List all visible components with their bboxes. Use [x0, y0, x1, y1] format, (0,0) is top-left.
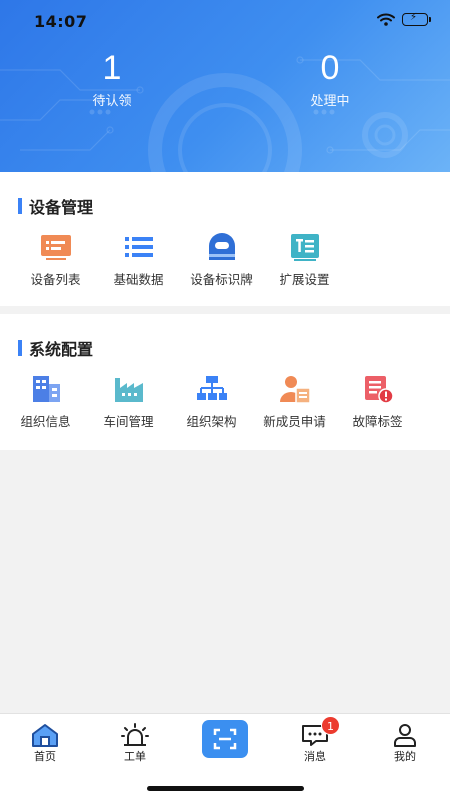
tab-label: 消息	[304, 750, 326, 763]
title-accent-bar	[18, 198, 22, 214]
scan-icon	[213, 728, 237, 750]
menu-item-basic-data[interactable]: 基础数据	[97, 232, 180, 288]
title-accent-bar	[18, 340, 22, 356]
menu-item-org-structure[interactable]: 组织架构	[170, 374, 253, 430]
menu-item-workshop[interactable]: 车间管理	[87, 374, 170, 430]
member-apply-icon	[279, 376, 311, 404]
menu-item-label: 新成员申请	[263, 414, 326, 429]
home-icon	[32, 724, 58, 747]
org-info-icon	[32, 376, 60, 402]
menu-item-device-tag[interactable]: 设备标识牌	[180, 232, 263, 288]
menu-item-label: 故障标签	[352, 414, 403, 429]
section-title: 系统配置	[18, 336, 93, 360]
stat-processing[interactable]: 0 处理中	[260, 48, 400, 109]
header-banner: 14:07 ⚡ 1 待认领 0 处理中	[0, 0, 450, 172]
menu-item-org-info[interactable]: 组织信息	[4, 374, 87, 430]
menu-item-label: 车间管理	[103, 414, 154, 429]
tab-label: 首页	[34, 750, 56, 763]
menu-item-label: 设备列表	[30, 272, 81, 287]
menu-item-member-apply[interactable]: 新成员申请	[253, 374, 336, 430]
menu-item-label: 组织信息	[20, 414, 71, 429]
scan-button[interactable]	[202, 720, 248, 758]
tab-messages[interactable]: 消息 1	[270, 714, 360, 764]
basic-data-icon	[124, 237, 153, 257]
menu-item-label: 设备标识牌	[190, 272, 253, 287]
status-icons: ⚡	[377, 12, 431, 26]
workshop-icon	[114, 378, 143, 402]
status-time: 14:07	[34, 12, 88, 31]
extend-settings-icon	[290, 234, 319, 261]
system-config-section: 系统配置 组织信息 车间管理 组织架构 新成员申请 故障标签	[0, 314, 450, 450]
status-bar: 14:07 ⚡	[0, 0, 450, 44]
menu-item-extend-settings[interactable]: 扩展设置	[263, 232, 346, 288]
menu-item-label: 扩展设置	[279, 272, 330, 287]
tab-label: 我的	[394, 750, 416, 763]
section-title-text: 系统配置	[29, 340, 94, 359]
battery-icon: ⚡	[402, 12, 431, 26]
tab-home[interactable]: 首页	[0, 714, 90, 764]
tab-mine[interactable]: 我的	[360, 714, 450, 764]
org-structure-icon	[196, 376, 227, 400]
stat-pending-claim-value: 1	[102, 49, 122, 87]
menu-item-label: 组织架构	[186, 414, 237, 429]
unread-badge: 1	[321, 716, 340, 735]
stat-pending-claim[interactable]: 1 待认领	[42, 48, 182, 109]
section-title: 设备管理	[18, 194, 93, 218]
menu-item-label: 基础数据	[113, 272, 164, 287]
menu-item-fault-tag[interactable]: 故障标签	[336, 374, 419, 430]
wifi-icon	[377, 13, 395, 26]
device-tag-icon	[208, 233, 235, 260]
stat-pending-claim-label: 待认领	[92, 94, 132, 109]
stat-processing-value: 0	[320, 49, 340, 87]
menu-item-device-list[interactable]: 设备列表	[14, 232, 97, 288]
stat-processing-label: 处理中	[310, 94, 350, 109]
tab-work-order[interactable]: 工单	[90, 714, 180, 764]
device-management-section: 设备管理 设备列表 基础数据 设备标识牌 扩展设置	[0, 172, 450, 306]
section-title-text: 设备管理	[29, 198, 94, 217]
home-indicator	[147, 786, 304, 791]
user-icon	[394, 724, 416, 747]
device-list-icon	[40, 235, 71, 260]
tab-label: 工单	[124, 750, 146, 763]
alarm-icon	[121, 723, 149, 746]
fault-tag-icon	[364, 376, 394, 404]
